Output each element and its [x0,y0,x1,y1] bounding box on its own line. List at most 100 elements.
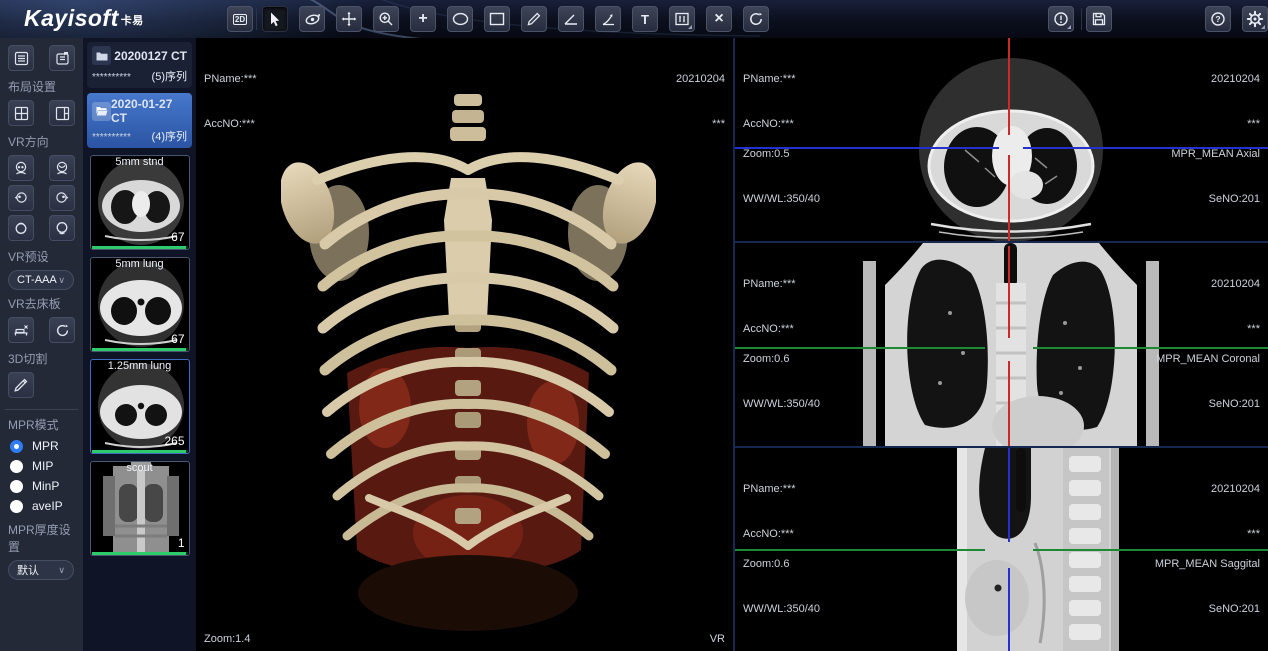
text-icon: T [641,12,649,27]
knife-icon [13,377,29,393]
dropdown-corner-mark [1261,25,1265,29]
coronal-viewport[interactable]: PName:*** AccNO:*** 20210204 *** Zoom:0.… [733,243,1268,448]
vr-right-button[interactable] [49,185,75,211]
load-progress-bar [92,552,188,555]
mpr-mode-label: MPR模式 [0,411,83,436]
sagittal-vertical-crosshair[interactable] [1008,568,1010,651]
svg-text:?: ? [1215,14,1220,24]
rotate-3d-icon [304,11,321,28]
text-tool-button[interactable]: T [632,6,658,32]
restore-reset-icon [55,323,70,338]
mpr-mode-option-aveip[interactable]: aveIP [0,496,83,516]
vr-inferior-button[interactable] [49,215,75,241]
coronal-vertical-crosshair[interactable] [1008,246,1010,338]
vr-viewport[interactable]: PName:*** AccNO:*** 20210204 *** Zoom:1.… [196,38,733,651]
sagittal-horizontal-crosshair[interactable] [735,549,985,551]
vr-anterior-button[interactable] [8,155,34,181]
zoom-value: Zoom:1.4 [204,632,250,647]
window-level-button[interactable] [669,6,695,32]
head-superior-icon [13,220,29,236]
study-date: 2020-01-27 CT [111,97,187,125]
mpr-panel: PName:*** AccNO:*** 20210204 *** Zoom:0.… [733,38,1268,651]
series-thumbnail[interactable]: scout 1 [90,461,190,556]
reset-view-button[interactable] [743,6,769,32]
vr-superior-button[interactable] [8,215,34,241]
patient-name: PName:*** [204,72,257,87]
mpr-2d-button[interactable]: 2D [227,6,253,32]
dropdown-corner-mark [1067,25,1071,29]
layout-grid-button[interactable] [8,100,34,126]
angle-tool-button[interactable] [558,6,584,32]
sagittal-horizontal-crosshair[interactable] [1033,549,1268,551]
view-type: VR [710,632,725,647]
coronal-horizontal-crosshair[interactable] [1033,347,1268,349]
pan-button[interactable] [336,6,362,32]
study-date: 20200127 CT [114,49,187,63]
radio-label: aveIP [32,499,63,513]
rectangle-tool-button[interactable] [484,6,510,32]
about-button[interactable] [1048,6,1074,32]
head-right-icon [54,190,70,206]
study-item-selected[interactable]: 2020-01-27 CT ********** (4)序列 [87,93,192,148]
chevron-down-icon: ∨ [58,275,65,286]
thumbnail-label: 1.25mm lung [91,360,189,372]
series-list-toggle-button[interactable] [8,45,34,71]
cut-3d-button[interactable] [8,372,34,398]
radio-label: MPR [32,439,59,453]
remove-bed-button[interactable] [8,317,34,343]
point-tool-button[interactable]: + [410,6,436,32]
save-button[interactable] [1086,6,1112,32]
vr-direction-label: VR方向 [0,128,83,153]
series-thumbnail-active[interactable]: 1.25mm lung 265 [90,359,190,454]
coronal-vertical-crosshair[interactable] [1008,361,1010,448]
toolbar-divider [1081,8,1082,30]
coronal-horizontal-crosshair[interactable] [735,347,985,349]
study-overlay: 20210204 *** [676,42,725,162]
axial-vertical-crosshair[interactable] [1008,38,1010,135]
mpr-thickness-value: 默认 [17,562,39,578]
mpr-thickness-select[interactable]: 默认 ∨ [8,560,74,580]
study-item[interactable]: 20200127 CT ********** (5)序列 [87,42,192,88]
vr-preset-select[interactable]: CT-AAA ∨ [8,270,74,290]
thumbnail-image-count: 67 [171,230,184,244]
load-progress-bar [92,450,188,453]
axial-ct-image [735,38,1268,243]
axial-viewport[interactable]: PName:*** AccNO:*** 20210204 *** Zoom:0.… [733,38,1268,243]
head-inferior-icon [54,220,70,236]
axial-horizontal-crosshair[interactable] [735,147,999,149]
axial-vertical-crosshair[interactable] [1008,155,1010,243]
folder-icon [92,46,111,65]
length-tool-button[interactable] [521,6,547,32]
vr-left-button[interactable] [8,185,34,211]
load-progress-fill [92,348,186,351]
mpr-mode-option-mpr[interactable]: MPR [0,436,83,456]
rotate-3d-button[interactable] [299,6,325,32]
chevron-down-icon: ∨ [58,565,65,576]
series-thumbnail[interactable]: 5mm stnd 67 [90,155,190,250]
layout-right-panel-button[interactable] [49,100,75,126]
sagittal-vertical-crosshair[interactable] [1008,448,1010,542]
ellipse-tool-button[interactable] [447,6,473,32]
mpr-mode-option-mip[interactable]: MIP [0,456,83,476]
vr-preset-value: CT-AAA [17,274,57,286]
dropdown-corner-mark [688,25,692,29]
report-panel-toggle-button[interactable] [49,45,75,71]
vr-posterior-button[interactable] [49,155,75,181]
sagittal-viewport[interactable]: PName:*** AccNO:*** 20210204 *** Zoom:0.… [733,448,1268,651]
cursor-tool-button[interactable] [262,6,288,32]
tool-sidebar: 布局设置 VR方向 VR预设 CT-AAA ∨ [0,38,83,651]
restore-bed-button[interactable] [49,317,75,343]
help-button[interactable]: ? [1205,6,1231,32]
angle-icon [563,12,579,26]
zoom-tool-button[interactable] [373,6,399,32]
point-icon: + [418,10,427,28]
settings-button[interactable] [1242,6,1268,32]
help-icon: ? [1210,11,1226,27]
series-thumbnail[interactable]: 5mm lung 67 [90,257,190,352]
load-progress-fill [92,552,186,555]
mpr-mode-option-minp[interactable]: MinP [0,476,83,496]
delete-annotation-button[interactable]: × [706,6,732,32]
layout-settings-label: 布局设置 [0,73,83,98]
cobb-angle-button[interactable] [595,6,621,32]
axial-horizontal-crosshair[interactable] [1023,147,1268,149]
